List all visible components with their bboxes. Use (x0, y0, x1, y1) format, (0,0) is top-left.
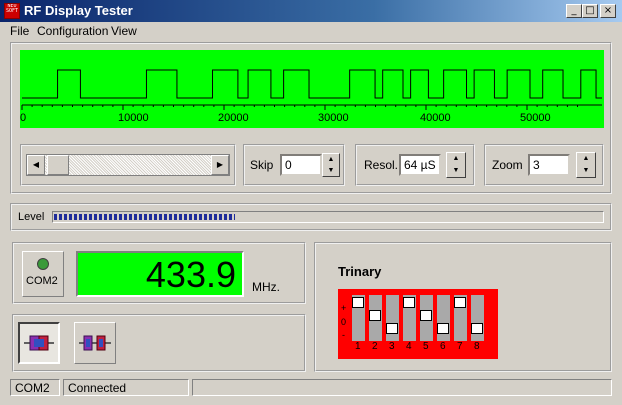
zoom-label: Zoom (492, 158, 523, 172)
skip-spinner[interactable]: ▲ ▼ (322, 153, 340, 177)
up-arrow-icon[interactable]: ▲ (447, 153, 465, 165)
menu-bar: File Configuration View (0, 22, 622, 40)
dip-switch-panel: + 0 - 12345678 (338, 289, 498, 359)
switch-number-label: 7 (457, 341, 463, 352)
menu-file[interactable]: File (10, 24, 29, 38)
dip-switch-3[interactable] (386, 295, 399, 341)
scroll-left-icon[interactable]: ◀ (27, 155, 45, 175)
switch-knob[interactable] (437, 323, 449, 334)
dip-switch-2[interactable] (369, 295, 382, 341)
tick-label: 10000 (118, 112, 149, 124)
down-arrow-icon[interactable]: ▼ (447, 165, 465, 177)
level-fill (54, 214, 235, 220)
trinary-title: Trinary (338, 264, 382, 279)
plug-disconnected-icon (79, 335, 111, 351)
tick-label: 40000 (420, 112, 451, 124)
switch-knob[interactable] (352, 297, 364, 308)
status-connection: Connected (63, 379, 189, 396)
tick-label: 0 (20, 112, 27, 124)
switch-number-label: 6 (440, 341, 446, 352)
scroll-right-icon[interactable]: ▶ (211, 155, 229, 175)
switch-knob[interactable] (454, 297, 466, 308)
switch-knob[interactable] (471, 323, 483, 334)
dip-switch-5[interactable] (420, 295, 433, 341)
title-bar[interactable]: NEO SOFT RF Display Tester _ □ × (0, 0, 622, 22)
tick-label: 50000 (520, 112, 551, 124)
dip-switch-7[interactable] (454, 295, 467, 341)
signal-waveform (21, 69, 602, 110)
close-button[interactable]: × (600, 4, 616, 18)
horizontal-scrollbar[interactable]: ◀ ▶ (26, 154, 230, 176)
port-led-icon (37, 258, 49, 270)
window-title: RF Display Tester (24, 3, 133, 18)
frequency-display: 433.9 (76, 251, 244, 297)
plug-connected-icon (24, 335, 54, 351)
resol-spinner[interactable]: ▲ ▼ (446, 152, 466, 178)
disconnect-button[interactable] (74, 322, 116, 364)
level-meter (52, 211, 604, 223)
menu-view[interactable]: View (111, 24, 137, 38)
resol-label: Resol. (364, 158, 399, 172)
port-label: COM2 (26, 275, 58, 287)
tick-label: 20000 (218, 112, 249, 124)
connect-button[interactable] (18, 322, 60, 364)
status-port: COM2 (10, 379, 60, 396)
up-arrow-icon[interactable]: ▲ (323, 154, 339, 165)
maximize-button[interactable]: □ (582, 4, 598, 18)
zoom-input[interactable]: 3 (528, 154, 570, 176)
dip-switch-1[interactable] (352, 295, 365, 341)
switch-number-label: 1 (355, 341, 361, 352)
down-arrow-icon[interactable]: ▼ (577, 165, 595, 177)
tick-label: 30000 (318, 112, 349, 124)
switch-knob[interactable] (386, 323, 398, 334)
scale-plus-label: + (341, 303, 347, 313)
scroll-thumb[interactable] (47, 155, 69, 175)
switch-knob[interactable] (420, 310, 432, 321)
waveform-trace (22, 69, 602, 99)
switch-number-label: 8 (474, 341, 480, 352)
switch-number-label: 3 (389, 341, 395, 352)
switch-knob[interactable] (369, 310, 381, 321)
scale-zero-label: 0 (341, 317, 347, 327)
switch-number-label: 2 (372, 341, 378, 352)
menu-configuration[interactable]: Configuration (37, 24, 108, 38)
minimize-button[interactable]: _ (566, 4, 582, 18)
switch-knob[interactable] (403, 297, 415, 308)
level-label: Level (18, 211, 45, 223)
down-arrow-icon[interactable]: ▼ (323, 165, 339, 176)
dip-switch-6[interactable] (437, 295, 450, 341)
frequency-unit: MHz. (252, 280, 280, 294)
port-indicator: COM2 (22, 251, 64, 297)
skip-input[interactable]: 0 (280, 154, 322, 176)
app-icon: NEO SOFT (4, 3, 20, 19)
dip-switch-8[interactable] (471, 295, 484, 341)
resol-input[interactable]: 64 µS (399, 154, 441, 176)
scale-minus-label: - (342, 330, 345, 340)
switch-number-label: 5 (423, 341, 429, 352)
switch-number-label: 4 (406, 341, 412, 352)
signal-scope: 0 10000 20000 30000 40000 50000 (20, 50, 604, 128)
dip-switch-4[interactable] (403, 295, 416, 341)
skip-label: Skip (250, 158, 274, 172)
up-arrow-icon[interactable]: ▲ (577, 153, 595, 165)
status-extra (192, 379, 612, 396)
zoom-spinner[interactable]: ▲ ▼ (576, 152, 596, 178)
